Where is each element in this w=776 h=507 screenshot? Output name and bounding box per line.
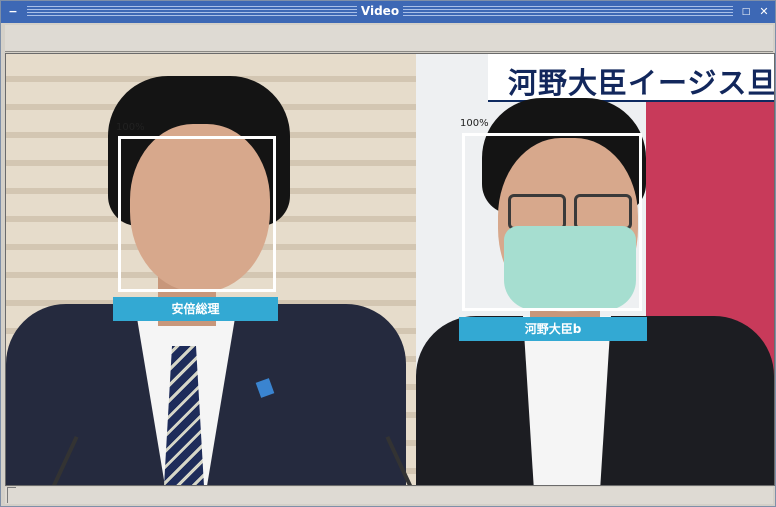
- face-label: 安倍総理: [113, 297, 278, 321]
- news-banner: 河野大臣イージス旦: [488, 54, 774, 102]
- banner-text: 河野大臣イージス旦: [508, 66, 775, 100]
- window-title: Video: [360, 4, 400, 18]
- title-stripes-right: [403, 6, 733, 18]
- video-frame: 100% 安倍総理 河野大臣イージス旦 100% 河野大臣b: [5, 53, 775, 486]
- window-menu-button[interactable]: −: [6, 5, 20, 19]
- face-detection-box: [462, 133, 642, 311]
- toolbar: [5, 25, 773, 52]
- close-button[interactable]: ✕: [757, 5, 771, 19]
- right-video-panel: 河野大臣イージス旦 100% 河野大臣b: [416, 54, 774, 485]
- left-video-panel: 100% 安倍総理: [6, 54, 416, 485]
- title-bar[interactable]: − Video □ ✕: [1, 1, 775, 23]
- face-detection-box: [118, 136, 276, 292]
- face-label: 河野大臣b: [459, 317, 647, 341]
- title-stripes-left: [27, 6, 357, 18]
- status-cell: [7, 487, 16, 503]
- maximize-button[interactable]: □: [739, 5, 753, 19]
- detection-confidence: 100%: [116, 122, 145, 133]
- detection-confidence: 100%: [460, 118, 489, 129]
- video-window: − Video □ ✕ 100% 安倍総理 河野大臣イージス旦 100% 河野大…: [0, 0, 776, 507]
- status-bar: [5, 487, 773, 504]
